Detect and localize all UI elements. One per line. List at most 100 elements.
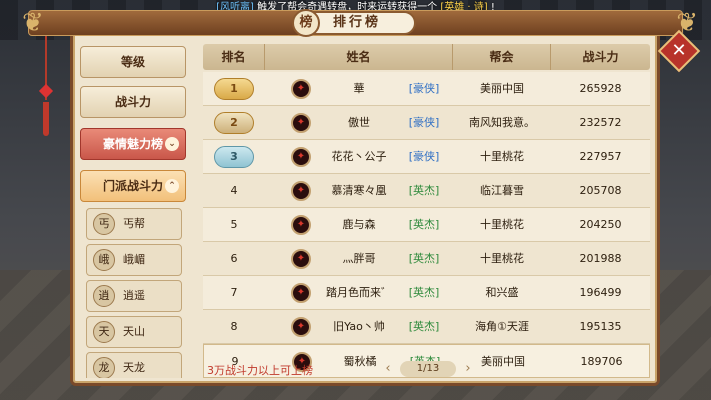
xiaoyao-sect-icon: 逍 — [93, 285, 115, 307]
combat-power-value: 189706 — [580, 355, 623, 368]
subtab-label: 天龙 — [123, 361, 145, 374]
table-row[interactable]: 1 ✦ 華 [豪侠] 美丽中国 265928 — [203, 72, 650, 106]
player-avatar[interactable]: ✦ — [291, 317, 311, 337]
subtab-label: 峨嵋 — [123, 253, 145, 266]
player-avatar[interactable]: ✦ — [291, 215, 311, 235]
guild-name: 南风知我意。 — [469, 116, 535, 129]
tab-level[interactable]: 等级 — [80, 46, 186, 78]
subtab-label: 逍遥 — [123, 289, 145, 302]
guild-name: 临江暮雪 — [480, 184, 524, 197]
table-row[interactable]: 2 ✦ 傲世 [豪侠] 南风知我意。 232572 — [203, 106, 650, 140]
emei-sect-icon: 峨 — [93, 249, 115, 271]
rank-number: 6 — [230, 252, 238, 265]
tab-combat-power[interactable]: 战斗力 — [80, 86, 186, 118]
player-name: 踏月色而来゛ — [326, 286, 392, 299]
rank-number: 8 — [230, 320, 238, 333]
tab-charm-ranking[interactable]: 豪情魅力榜 ⌄ — [80, 128, 186, 160]
player-avatar[interactable]: ✦ — [291, 147, 311, 167]
column-header-rank: 排名 — [203, 44, 265, 70]
table-row[interactable]: 4 ✦ 慕清寒々凰 [英杰] 临江暮雪 205708 — [203, 174, 650, 208]
guild-name: 十里桃花 — [480, 252, 524, 265]
guild-name: 美丽中国 — [480, 82, 524, 95]
guild-name: 十里桃花 — [480, 218, 524, 231]
tassel-ornament — [38, 30, 54, 138]
panel-title-text: 排行榜 — [332, 15, 381, 30]
guild-name: 十里桃花 — [480, 150, 524, 163]
ranking-category-sidebar: 等级 战斗力 豪情魅力榜 ⌄ 门派战斗力 ⌃ 丐 丐帮 峨 峨嵋 逍 逍遥 天 … — [80, 44, 186, 378]
rank-3-badge-icon: 3 — [214, 146, 254, 168]
player-name: 傲世 — [348, 116, 370, 129]
player-avatar[interactable]: ✦ — [291, 181, 311, 201]
player-name: 慕清寒々凰 — [331, 184, 387, 197]
tianshan-sect-icon: 天 — [93, 321, 115, 343]
pagination: ‹ 1/13 › — [380, 360, 476, 378]
combat-power-value: 205708 — [579, 184, 622, 197]
dragon-left-icon: ❦ — [22, 8, 44, 38]
table-body: 1 ✦ 華 [豪侠] 美丽中国 265928 2 ✦ 傲世 [豪侠] 南风知我意… — [203, 72, 650, 378]
rank-1-badge-icon: 1 — [214, 78, 254, 100]
player-name: 鹿与森 — [342, 218, 376, 231]
subtab-xiaoyao[interactable]: 逍 逍遥 — [86, 280, 182, 312]
rank-2-badge-icon: 2 — [214, 112, 254, 134]
tab-sect-combat-power-label: 门派战斗力 — [102, 179, 163, 193]
subtab-emei[interactable]: 峨 峨嵋 — [86, 244, 182, 276]
gaibang-sect-icon: 丐 — [93, 213, 115, 235]
player-avatar[interactable]: ✦ — [291, 79, 311, 99]
player-title: [豪侠] — [408, 116, 440, 129]
player-avatar[interactable]: ✦ — [291, 283, 311, 303]
player-title: [英杰] — [408, 218, 440, 231]
column-header-power: 战斗力 — [582, 50, 619, 64]
player-avatar[interactable]: ✦ — [291, 113, 311, 133]
player-title: [英杰] — [408, 184, 440, 197]
guild-name: 海角①天涯 — [475, 320, 529, 333]
rank-number: 5 — [230, 218, 238, 231]
table-row[interactable]: 8 ✦ 旧Yao丶帅 [英杰] 海角①天涯 195135 — [203, 310, 650, 344]
player-name: 灬胖哥 — [342, 252, 376, 265]
combat-power-value: 201988 — [579, 252, 622, 265]
combat-power-value: 204250 — [579, 218, 622, 231]
table-row[interactable]: 5 ✦ 鹿与森 [英杰] 十里桃花 204250 — [203, 208, 650, 242]
player-title: [豪侠] — [408, 150, 440, 163]
prev-page-button[interactable]: ‹ — [380, 360, 396, 378]
next-page-button[interactable]: › — [460, 360, 476, 378]
column-header-name: 姓名 — [265, 44, 453, 70]
page-indicator: 1/13 — [400, 361, 456, 377]
chevron-down-icon: ⌄ — [165, 137, 179, 151]
ranking-table: 排名 姓名 帮会 战斗力 1 ✦ 華 [豪侠] 美丽中国 265928 2 ✦ … — [203, 44, 650, 378]
subtab-tianshan[interactable]: 天 天山 — [86, 316, 182, 348]
combat-power-value: 196499 — [579, 286, 622, 299]
chevron-up-icon: ⌃ — [165, 179, 179, 193]
tab-combat-power-label: 战斗力 — [114, 95, 151, 109]
player-avatar[interactable]: ✦ — [291, 249, 311, 269]
column-header-guild: 帮会 — [453, 44, 551, 70]
ranking-requirement-note: 3万战斗力以上可上榜 — [207, 364, 313, 377]
player-name: 旧Yao丶帅 — [333, 320, 385, 333]
tab-sect-combat-power[interactable]: 门派战斗力 ⌃ — [80, 170, 186, 202]
subtab-gaibang[interactable]: 丐 丐帮 — [86, 208, 182, 240]
player-title: [英杰] — [408, 252, 440, 265]
table-row[interactable]: 6 ✦ 灬胖哥 [英杰] 十里桃花 201988 — [203, 242, 650, 276]
player-title: [英杰] — [408, 286, 440, 299]
rank-number: 7 — [230, 286, 238, 299]
guild-name: 和兴盛 — [485, 286, 519, 299]
player-name: 華 — [353, 82, 365, 95]
table-header: 排名 姓名 帮会 战斗力 — [203, 44, 650, 70]
panel-title: 榜 排行榜 — [292, 9, 416, 37]
subtab-label: 天山 — [123, 325, 145, 338]
combat-power-value: 232572 — [579, 116, 622, 129]
table-row[interactable]: 3 ✦ 花花丶公子 [豪侠] 十里桃花 227957 — [203, 140, 650, 174]
rank-number: 4 — [230, 184, 238, 197]
title-emblem-icon: 榜 — [292, 9, 320, 37]
combat-power-value: 227957 — [579, 150, 622, 163]
player-title: [豪侠] — [408, 82, 440, 95]
tab-charm-ranking-label: 豪情魅力榜 — [102, 137, 163, 151]
combat-power-value: 195135 — [579, 320, 622, 333]
tab-level-label: 等级 — [120, 55, 145, 69]
subtab-label: 丐帮 — [123, 217, 145, 230]
subtab-tianlong[interactable]: 龙 天龙 — [86, 352, 182, 378]
table-row[interactable]: 7 ✦ 踏月色而来゛ [英杰] 和兴盛 196499 — [203, 276, 650, 310]
player-name: 花花丶公子 — [331, 150, 387, 163]
player-title: [英杰] — [408, 320, 440, 333]
close-icon: ✕ — [671, 40, 687, 61]
tianlong-sect-icon: 龙 — [93, 357, 115, 378]
